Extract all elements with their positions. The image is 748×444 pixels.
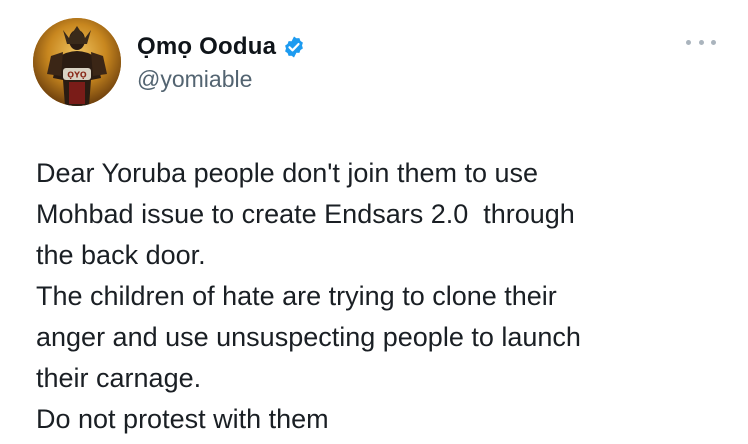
tweet-line: the back door. bbox=[36, 240, 206, 270]
dot bbox=[698, 39, 704, 45]
display-name-row: Ọmọ Oodua bbox=[137, 30, 306, 64]
warrior-avatar-image: ỌYỌ bbox=[33, 18, 121, 106]
svg-text:ỌYỌ: ỌYỌ bbox=[67, 71, 87, 80]
verified-badge-icon bbox=[282, 35, 306, 59]
tweet-line: their carnage. bbox=[36, 363, 202, 393]
tweet-line: Mohbad issue to create Endsars 2.0 throu… bbox=[36, 199, 575, 229]
dot bbox=[711, 39, 716, 45]
tweet-card: ỌYỌ Ọmọ Oodua @yomiable Dear Yoruba peop… bbox=[0, 0, 748, 444]
tweet-line: Do not protest with them bbox=[36, 404, 329, 434]
tweet-text: Dear Yoruba people don't join them to us… bbox=[36, 153, 726, 440]
avatar[interactable]: ỌYỌ bbox=[33, 18, 121, 106]
more-dots-icon[interactable] bbox=[686, 36, 716, 48]
user-handle[interactable]: @yomiable bbox=[137, 66, 306, 93]
dot bbox=[686, 39, 691, 45]
author-block: Ọmọ Oodua @yomiable bbox=[137, 30, 306, 93]
tweet-line: The children of hate are trying to clone… bbox=[36, 281, 557, 311]
tweet-line: anger and use unsuspecting people to lau… bbox=[36, 322, 581, 352]
display-name[interactable]: Ọmọ Oodua bbox=[137, 33, 276, 61]
tweet-line: Dear Yoruba people don't join them to us… bbox=[36, 158, 539, 188]
